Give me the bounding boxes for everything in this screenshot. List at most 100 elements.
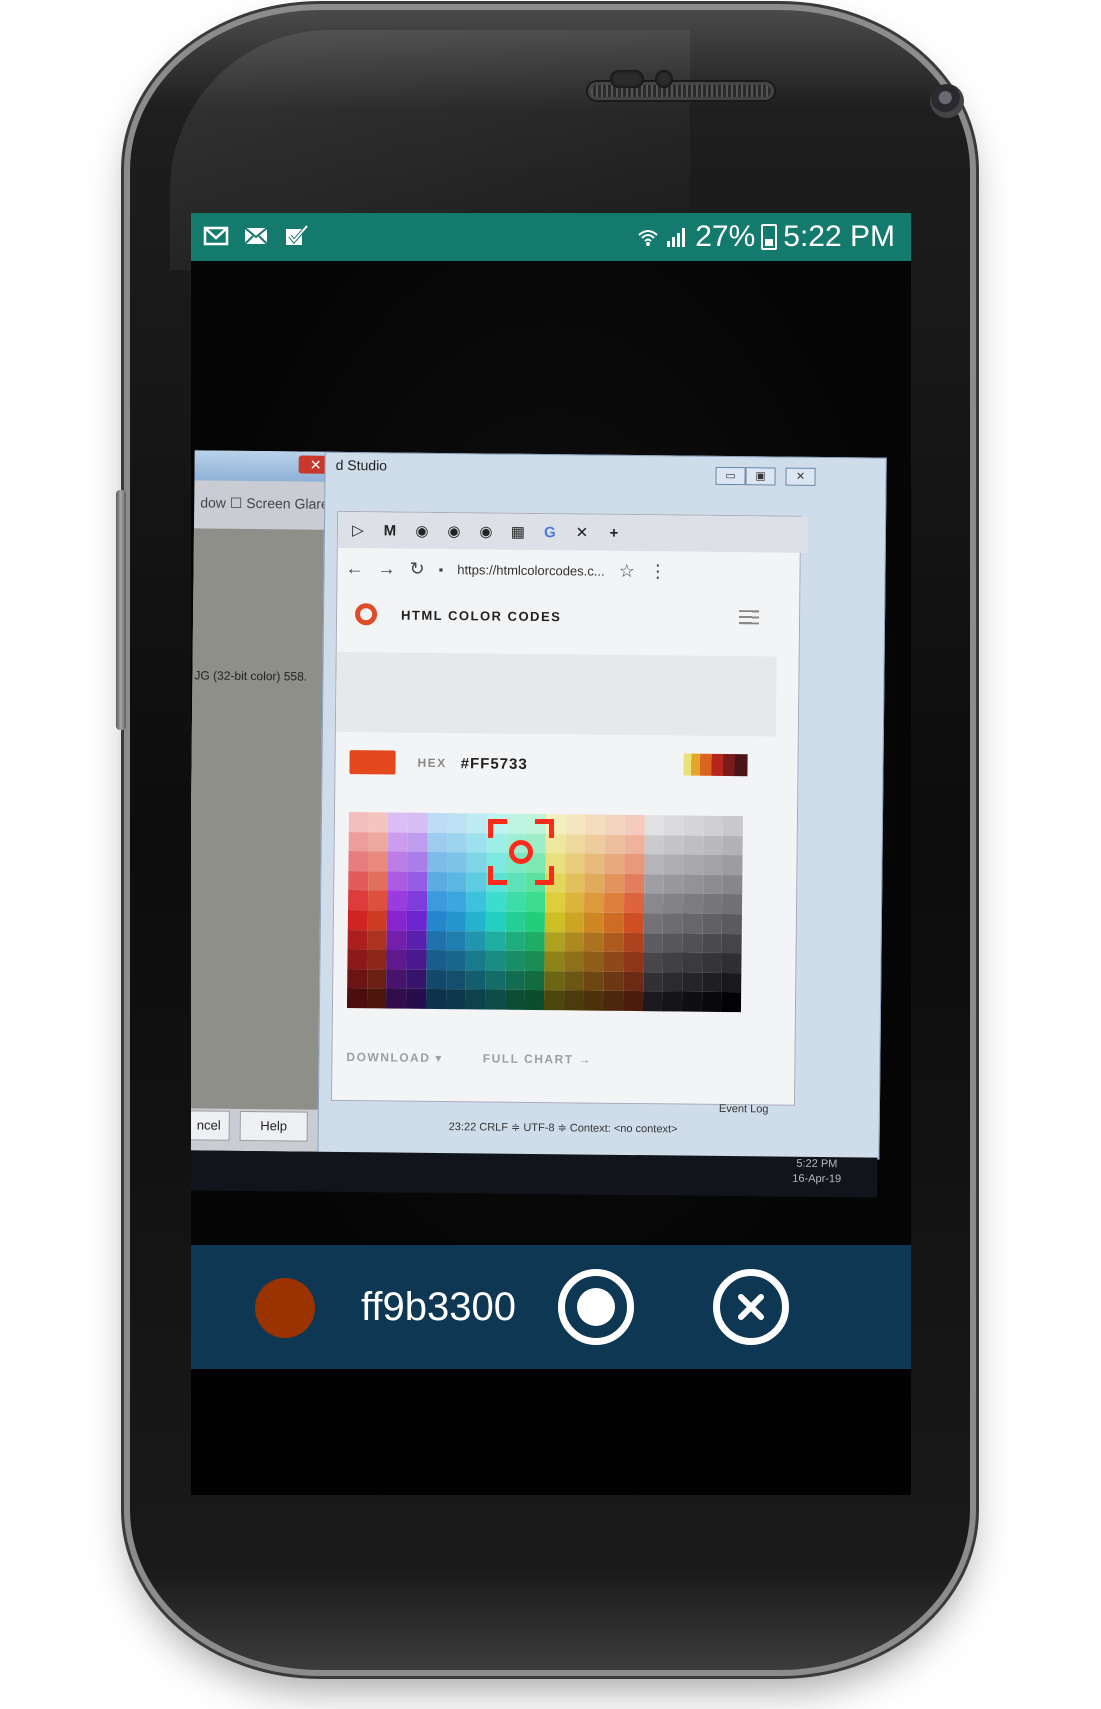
palette-cell bbox=[662, 952, 683, 973]
palette-cell bbox=[544, 970, 565, 991]
palette-cell bbox=[466, 852, 487, 873]
palette-cell bbox=[563, 971, 584, 991]
photo-ide-window: d Studio ▭ ▣ ✕ ▷ M ◉ ◉ ◉ ▦ G ✕ + ← → ↻ ▪… bbox=[317, 451, 887, 1160]
reticle-corner bbox=[488, 866, 507, 885]
palette-cell bbox=[564, 931, 585, 952]
reticle-corner bbox=[535, 866, 554, 885]
photo-ide-status: 23:22 CRLF ≑ UTF-8 ≑ Context: <no contex… bbox=[448, 1121, 678, 1136]
palette-cell bbox=[682, 972, 702, 993]
wifi-icon bbox=[638, 230, 658, 246]
palette-cell bbox=[682, 913, 703, 934]
palette-cell bbox=[584, 834, 605, 854]
photo-hamburger-icon bbox=[738, 610, 760, 625]
photo-screen-glare-label: dow ☐ Screen Glare bbox=[200, 494, 329, 512]
light-sensor bbox=[655, 70, 673, 88]
palette-cell bbox=[722, 855, 743, 875]
palette-cell bbox=[446, 911, 467, 931]
palette-cell bbox=[525, 911, 545, 932]
palette-cell bbox=[604, 873, 625, 894]
palette-cell bbox=[643, 913, 664, 933]
palette-cell bbox=[406, 930, 427, 951]
palette-cell bbox=[722, 894, 743, 915]
palette-cell bbox=[603, 912, 624, 933]
palette-cell bbox=[348, 870, 369, 891]
focus-reticle-icon bbox=[488, 819, 554, 885]
palette-cell bbox=[447, 813, 468, 833]
photo-minimize-icon: ▭ bbox=[715, 466, 746, 486]
palette-cell bbox=[368, 812, 389, 833]
palette-cell bbox=[465, 970, 486, 990]
photo-address-bar: ← → ↻ ▪ https://htmlcolorcodes.c... ☆ ⋮ bbox=[337, 550, 807, 591]
palette-cell bbox=[663, 854, 684, 875]
photo-hex-value: #FF5733 bbox=[460, 754, 528, 773]
status-time: 5:22 PM bbox=[783, 220, 895, 253]
palette-cell bbox=[466, 813, 487, 834]
photo-hex-label: HEX bbox=[417, 755, 447, 771]
palette-cell bbox=[386, 930, 407, 950]
photo-hex-row: HEX #FF5733 bbox=[335, 740, 775, 789]
battery-charging-icon bbox=[761, 224, 778, 250]
palette-cell bbox=[623, 873, 644, 894]
palette-cell bbox=[367, 929, 388, 950]
photo-taskbar: 5:22 PM 16-Apr-19 bbox=[191, 1150, 878, 1198]
palette-cell bbox=[386, 988, 407, 1009]
reticle-corner bbox=[535, 819, 554, 838]
palette-cell bbox=[387, 832, 408, 852]
palette-cell bbox=[624, 834, 645, 855]
close-button[interactable] bbox=[713, 1269, 789, 1345]
palette-cell bbox=[368, 831, 389, 852]
palette-cell bbox=[702, 933, 723, 954]
palette-cell bbox=[445, 969, 466, 990]
palette-cell bbox=[682, 893, 703, 914]
reticle-corner bbox=[488, 819, 507, 838]
palette-cell bbox=[447, 832, 467, 853]
palette-cell bbox=[466, 891, 487, 912]
palette-cell bbox=[505, 911, 526, 932]
palette-cell bbox=[347, 949, 368, 970]
palette-cell bbox=[683, 815, 704, 836]
palette-cell bbox=[585, 814, 606, 835]
palette-cell bbox=[406, 949, 427, 970]
palette-cell bbox=[347, 968, 368, 989]
palette-cell bbox=[565, 814, 586, 835]
palette-cell bbox=[642, 991, 663, 1012]
palette-cell bbox=[387, 871, 408, 892]
palette-cell bbox=[426, 910, 447, 931]
palette-cell bbox=[662, 932, 683, 953]
palette-cell bbox=[348, 851, 369, 872]
palette-cell bbox=[721, 953, 742, 973]
palette-cell bbox=[721, 972, 742, 993]
palette-cell bbox=[366, 988, 387, 1009]
camera-viewfinder[interactable]: ✕ dow ☐ Screen Glare JG (32-bit color) 5… bbox=[191, 261, 911, 1351]
volume-button bbox=[116, 490, 126, 730]
photo-cancel-button: ncel bbox=[191, 1110, 230, 1141]
palette-cell bbox=[367, 910, 388, 931]
capture-button[interactable] bbox=[558, 1269, 634, 1345]
palette-cell bbox=[427, 832, 448, 853]
palette-cell bbox=[603, 951, 624, 972]
palette-cell bbox=[643, 873, 664, 894]
palette-cell bbox=[466, 872, 487, 892]
photo-site-title: HTML COLOR CODES bbox=[401, 607, 562, 624]
palette-cell bbox=[425, 969, 446, 990]
picked-color-hex[interactable]: ff9b3300 bbox=[361, 1285, 516, 1329]
palette-cell bbox=[446, 891, 467, 912]
palette-cell bbox=[524, 931, 545, 952]
palette-cell bbox=[347, 890, 368, 911]
palette-cell bbox=[386, 949, 407, 970]
palette-cell bbox=[564, 892, 585, 913]
palette-cell bbox=[624, 854, 645, 874]
palette-cell bbox=[681, 991, 702, 1012]
palette-cell bbox=[722, 913, 742, 934]
photo-tab-github-icon: ◉ bbox=[415, 522, 429, 540]
palette-cell bbox=[701, 992, 722, 1012]
palette-cell bbox=[662, 972, 683, 992]
palette-cell bbox=[426, 950, 447, 970]
palette-cell bbox=[407, 851, 428, 872]
palette-cell bbox=[622, 971, 643, 992]
palette-cell bbox=[465, 950, 486, 971]
mail-icon bbox=[244, 227, 268, 245]
photo-site-logo-icon bbox=[354, 603, 378, 626]
palette-cell bbox=[407, 891, 427, 911]
palette-cell bbox=[485, 970, 505, 991]
